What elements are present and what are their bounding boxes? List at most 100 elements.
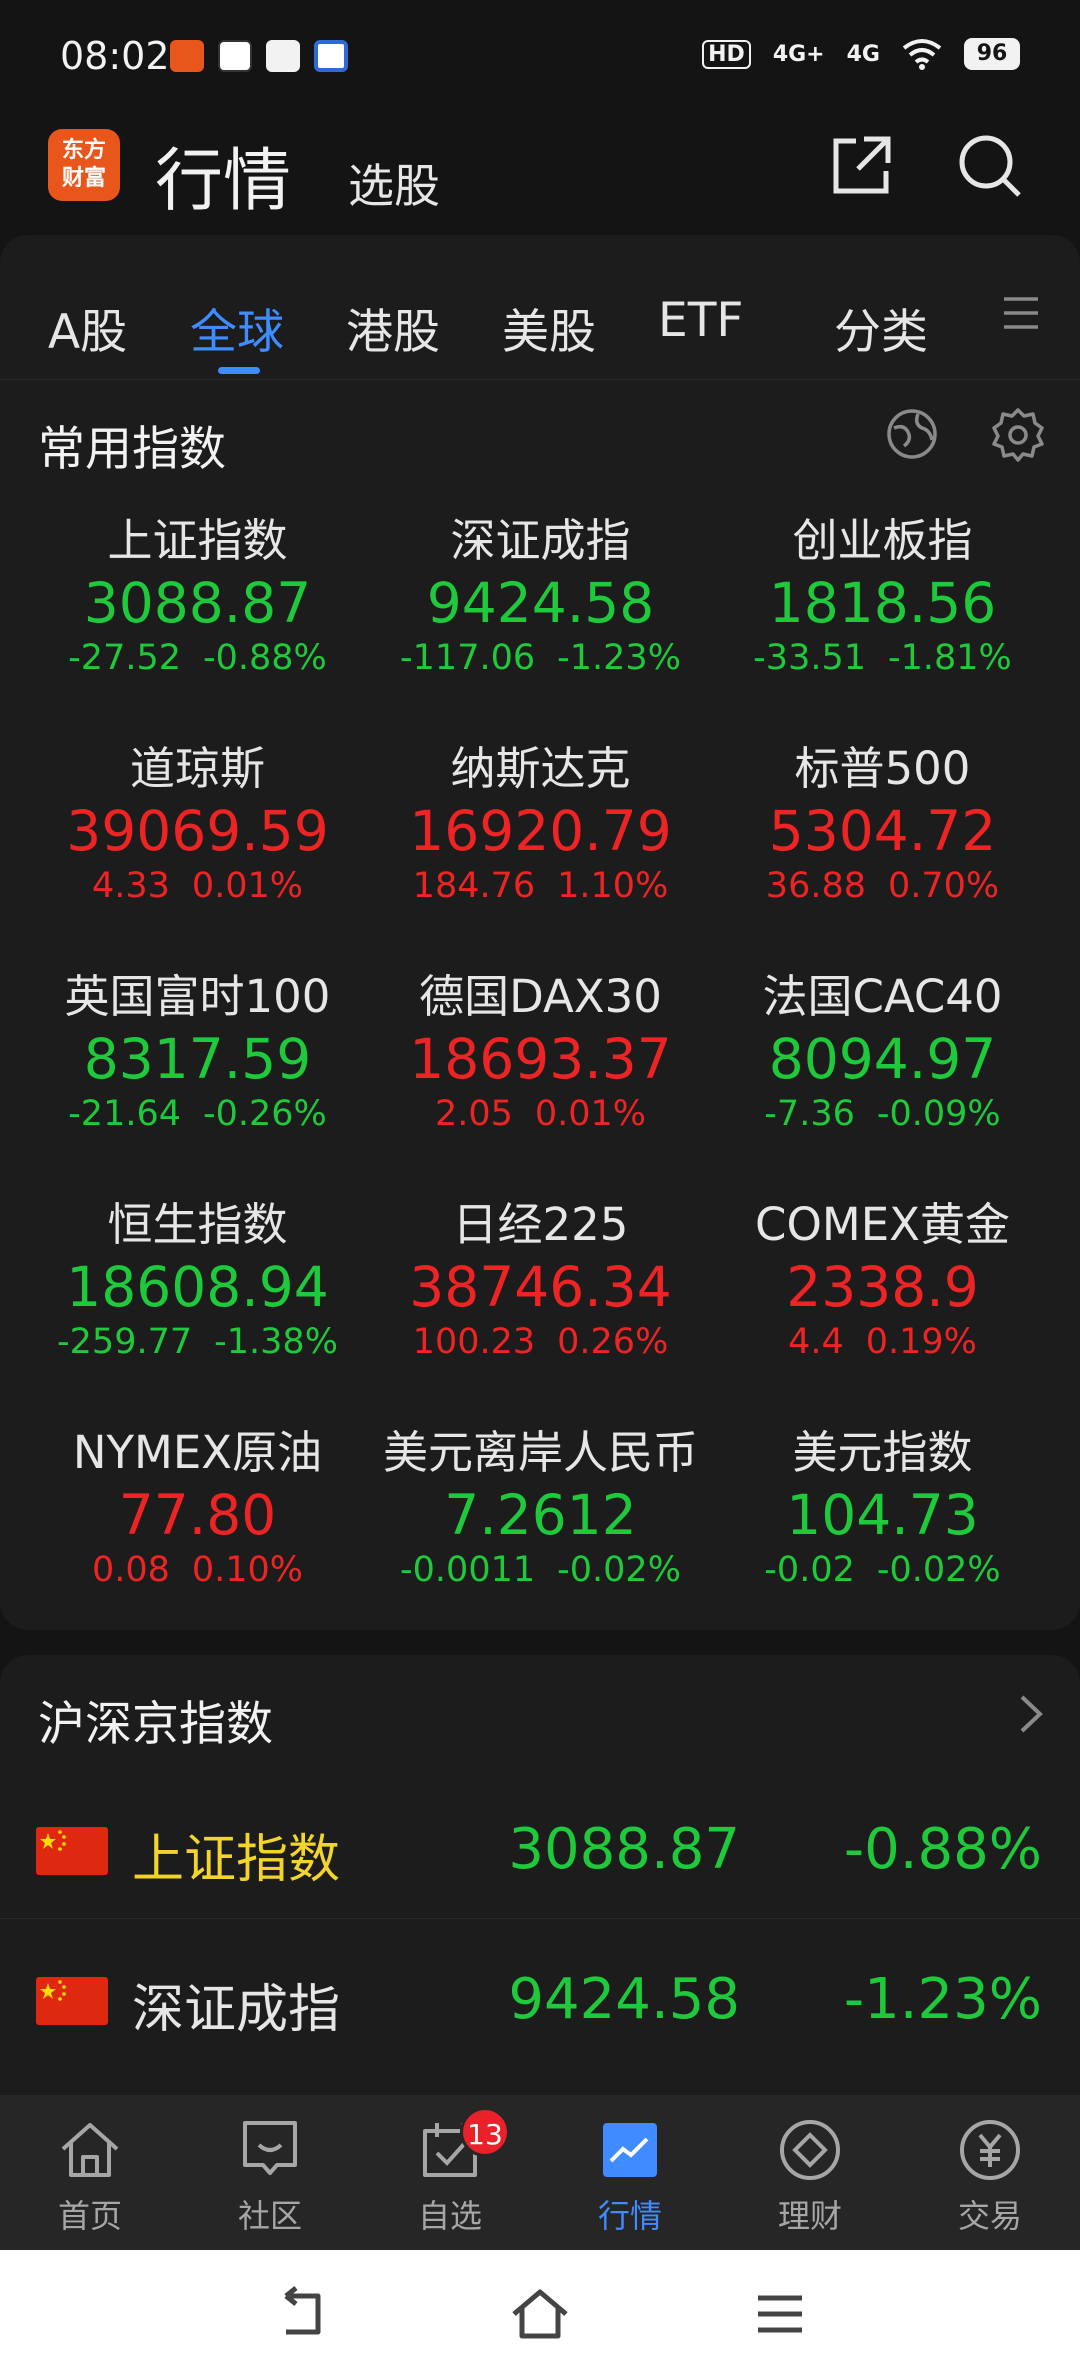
index-change: -33.51: [753, 638, 866, 678]
page-title: 行情: [155, 142, 292, 221]
index-change-row: 100.23 0.26%: [368, 1318, 713, 1366]
index-change-row: -0.02 -0.02%: [710, 1546, 1055, 1594]
market-icon: [603, 2123, 657, 2177]
index-percent: -1.38%: [214, 1322, 338, 1362]
home-button-icon[interactable]: [508, 2282, 572, 2346]
app-logo[interactable]: 东方财富: [48, 129, 120, 201]
chevron-right-icon[interactable]: [1010, 1691, 1050, 1737]
community-icon: [243, 2121, 297, 2175]
divider: [0, 1918, 1080, 1919]
search-icon[interactable]: [955, 131, 1025, 201]
nav-community[interactable]: 社区: [180, 2115, 360, 2237]
battery-icon: 96: [964, 38, 1020, 70]
index-percent: 0.19%: [865, 1322, 977, 1362]
index-percent: -0.88%: [843, 1817, 1042, 1882]
index-name: 上证指数: [107, 514, 288, 567]
index-card[interactable]: 德国DAX30 18693.37 2.05 0.01%: [368, 966, 713, 1138]
index-change-row: 4.33 0.01%: [25, 862, 370, 910]
index-name: NYMEX原油: [72, 1426, 323, 1479]
index-card[interactable]: 道琼斯 39069.59 4.33 0.01%: [25, 738, 370, 910]
index-card[interactable]: 美元指数 104.73 -0.02 -0.02%: [710, 1422, 1055, 1594]
index-name: 日经225: [452, 1198, 629, 1251]
index-change: -259.77: [57, 1322, 193, 1362]
index-change-row: 36.88 0.70%: [710, 862, 1055, 910]
app-notification-icon: [314, 40, 348, 72]
index-percent: -1.81%: [888, 638, 1012, 678]
index-card[interactable]: 日经225 38746.34 100.23 0.26%: [368, 1194, 713, 1366]
index-change: -0.0011: [400, 1550, 536, 1590]
active-tab-indicator: [218, 367, 260, 374]
home-icon: [61, 2123, 119, 2177]
index-card[interactable]: 纳斯达克 16920.79 184.76 1.10%: [368, 738, 713, 910]
nav-watchlist[interactable]: 13 自选: [360, 2107, 540, 2237]
index-card[interactable]: 法国CAC40 8094.97 -7.36 -0.09%: [710, 966, 1055, 1138]
index-card[interactable]: COMEX黄金 2338.9 4.4 0.19%: [710, 1194, 1055, 1366]
tab-a-shares[interactable]: A股: [48, 293, 127, 362]
index-percent: 0.01%: [534, 1094, 647, 1134]
index-price: 2338.9: [786, 1255, 979, 1319]
index-card[interactable]: 标普500 5304.72 36.88 0.70%: [710, 738, 1055, 910]
index-change: 4.33: [91, 866, 170, 906]
index-card[interactable]: NYMEX原油 77.80 0.08 0.10%: [25, 1422, 370, 1594]
gear-icon[interactable]: [990, 406, 1046, 462]
index-change: 100.23: [412, 1322, 536, 1362]
tab-category[interactable]: 分类: [834, 293, 928, 362]
tab-global[interactable]: 全球: [190, 293, 284, 362]
index-price: 3088.87: [83, 571, 312, 635]
index-row[interactable]: 上证指数 3088.87 -0.88%: [0, 1775, 1080, 1925]
recent-apps-icon[interactable]: [748, 2282, 812, 2346]
tab-scroll-fade: [790, 285, 830, 355]
index-percent: 0.01%: [191, 866, 304, 906]
index-change-row: 4.4 0.19%: [710, 1318, 1055, 1366]
index-price: 39069.59: [66, 799, 329, 863]
index-card[interactable]: 上证指数 3088.87 -27.52 -0.88%: [25, 510, 370, 682]
index-card[interactable]: 恒生指数 18608.94 -259.77 -1.38%: [25, 1194, 370, 1366]
index-name: 上证指数: [132, 1830, 341, 1890]
index-price: 104.73: [786, 1483, 979, 1547]
nav-label: 自选: [417, 2197, 482, 2235]
app-notification-icon: [170, 40, 204, 72]
signal-icon: 4G: [846, 41, 880, 67]
index-card[interactable]: 英国富时100 8317.59 -21.64 -0.26%: [25, 966, 370, 1138]
nav-market[interactable]: 行情: [540, 2115, 720, 2237]
index-card[interactable]: 美元离岸人民币 7.2612 -0.0011 -0.02%: [368, 1422, 713, 1594]
status-right: HD 4G+ 4G 96: [702, 38, 1020, 70]
wifi-icon: [902, 39, 942, 70]
share-icon[interactable]: [826, 131, 896, 201]
index-name: 深证成指: [450, 514, 631, 567]
index-card[interactable]: 深证成指 9424.58 -117.06 -1.23%: [368, 510, 713, 682]
nav-trade[interactable]: 交易: [900, 2115, 1080, 2237]
index-card[interactable]: 创业板指 1818.56 -33.51 -1.81%: [710, 510, 1055, 682]
index-name: 恒生指数: [107, 1198, 288, 1251]
common-indices-panel: 常用指数 上证指数 3088.87 -27.52 -0.88% 深证成指 9424.58-…: [0, 380, 1080, 1630]
index-change-row: -259.77 -1.38%: [25, 1318, 370, 1366]
index-name: 标普500: [794, 742, 971, 795]
tab-us-stocks[interactable]: 美股: [502, 293, 596, 362]
index-row[interactable]: 深证成指 9424.58 -1.23%: [0, 1925, 1080, 2075]
back-icon[interactable]: [268, 2282, 332, 2346]
globe-icon[interactable]: [884, 406, 940, 462]
nav-home[interactable]: 首页: [0, 2115, 180, 2237]
index-change-row: -117.06 -1.23%: [368, 634, 713, 682]
nav-label: 行情: [597, 2197, 662, 2235]
index-change: 184.76: [412, 866, 536, 906]
index-name: 纳斯达克: [450, 742, 631, 795]
tab-hk-stocks[interactable]: 港股: [346, 293, 440, 362]
index-percent: -1.23%: [557, 638, 681, 678]
index-change-row: -7.36 -0.09%: [710, 1090, 1055, 1138]
tab-etf[interactable]: ETF: [658, 293, 743, 348]
market-tabs: A股 全球 港股 美股 ETF 分类: [0, 235, 1080, 380]
index-price: 9424.58: [426, 571, 655, 635]
index-change-row: 0.08 0.10%: [25, 1546, 370, 1594]
nav-wealth[interactable]: 理财: [720, 2115, 900, 2237]
notification-badge: 13: [460, 2107, 510, 2157]
menu-icon[interactable]: [1002, 295, 1040, 331]
index-price: 8317.59: [83, 1027, 312, 1091]
index-price: 7.2612: [444, 1483, 637, 1547]
index-name: 德国DAX30: [419, 970, 662, 1023]
index-price: 18693.37: [409, 1027, 672, 1091]
stock-picker-link[interactable]: 选股: [348, 150, 440, 216]
index-name: 创业板指: [792, 514, 973, 567]
app-header: 东方财富 行情 选股: [0, 115, 1080, 235]
index-change-row: -33.51 -1.81%: [710, 634, 1055, 682]
